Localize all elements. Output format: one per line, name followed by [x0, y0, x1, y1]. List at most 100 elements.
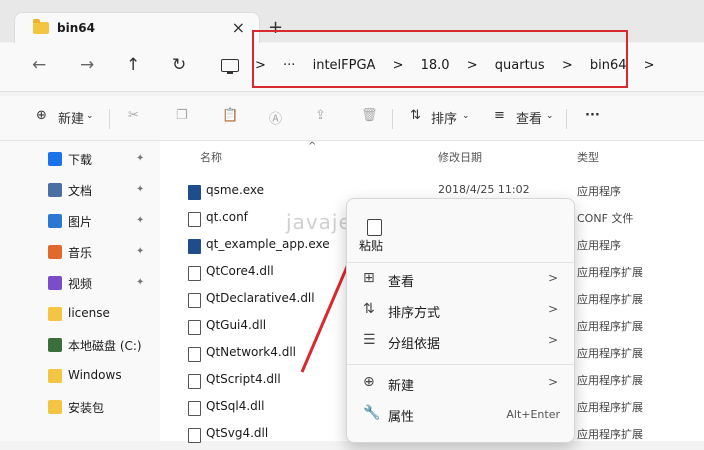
menu-item-5[interactable]: 🔧 属性 Alt+Enter: [347, 400, 574, 430]
video-icon: [48, 276, 62, 290]
folder-icon: [48, 400, 62, 414]
file-name: QtNetwork4.dll: [206, 345, 296, 359]
breadcrumb-separator[interactable]: >: [644, 58, 655, 73]
menu-item-2[interactable]: ⇅ 排序方式 >: [347, 296, 574, 326]
picture-icon: [48, 214, 62, 228]
command-toolbar: ⊕ 新建 ⌄ ✂ ❐ 📋 Ⓐ ⇪ 🗑 ⇅ 排序 ⌄ ≡ 查看 ⌄ ···: [0, 96, 704, 141]
download-icon: [48, 152, 62, 166]
file-name: qt_example_app.exe: [206, 237, 330, 251]
dll-icon: [188, 293, 201, 308]
column-header-type[interactable]: 类型: [577, 149, 599, 165]
chevron-down-icon[interactable]: ⌄: [86, 111, 94, 121]
forward-button[interactable]: →: [80, 55, 94, 75]
sidebar-item-label[interactable]: 安装包: [68, 399, 104, 416]
tab-title: bin64: [57, 21, 95, 35]
sort-icon[interactable]: ⇅: [410, 108, 421, 123]
chevron-right-icon: >: [547, 271, 558, 285]
file-name: QtDeclarative4.dll: [206, 291, 315, 305]
menu-divider: [347, 364, 574, 365]
folder-icon: [33, 19, 49, 34]
address-highlight-box: [252, 30, 628, 88]
delete-icon[interactable]: 🗑: [361, 108, 378, 123]
menu-item-label: 排序方式: [388, 306, 441, 321]
sidebar-item-label[interactable]: 本地磁盘 (C:): [68, 337, 142, 354]
toolbar-divider: [566, 109, 567, 129]
file-name: qt.conf: [206, 210, 248, 224]
sidebar-item-label[interactable]: Windows: [68, 368, 122, 382]
file-type: 应用程序扩展: [577, 428, 643, 441]
sidebar-item-label[interactable]: 下载: [68, 151, 92, 168]
dll-icon: [188, 401, 201, 416]
share-icon[interactable]: ⇪: [315, 108, 326, 123]
cut-icon[interactable]: ✂: [128, 108, 139, 123]
file-name: QtScript4.dll: [206, 372, 281, 386]
file-type: 应用程序扩展: [577, 347, 643, 360]
pin-icon[interactable]: ✦: [136, 153, 144, 164]
sort-icon: ⇅: [363, 301, 375, 317]
tab-bin64[interactable]: bin64 ×: [14, 12, 260, 45]
file-name: qsme.exe: [206, 183, 265, 197]
sidebar-item-label[interactable]: 音乐: [68, 244, 92, 261]
toolbar-divider: [392, 109, 393, 129]
document-icon: [48, 183, 62, 197]
chevron-right-icon: >: [547, 375, 558, 389]
paste-label[interactable]: 粘贴: [359, 237, 383, 254]
this-pc-icon[interactable]: [221, 59, 239, 74]
back-button[interactable]: ←: [32, 55, 46, 75]
new-icon[interactable]: ⊕: [36, 108, 47, 123]
wrench-icon: 🔧: [363, 405, 381, 421]
sidebar-item-label[interactable]: license: [68, 306, 110, 320]
file-type: 应用程序扩展: [577, 374, 643, 387]
chevron-down-icon[interactable]: ⌄: [546, 111, 554, 121]
menu-item-3[interactable]: ☰ 分组依据 >: [347, 327, 574, 357]
dll-icon: [188, 320, 201, 335]
new-button[interactable]: 新建: [58, 108, 84, 127]
paste-icon[interactable]: [367, 219, 382, 236]
menu-item-label: 分组依据: [388, 337, 441, 352]
file-name: QtSvg4.dll: [206, 426, 269, 440]
file-icon: [188, 212, 201, 227]
dll-icon: [188, 374, 201, 389]
sidebar-item-label[interactable]: 图片: [68, 213, 92, 230]
file-type: 应用程序扩展: [577, 266, 643, 279]
copy-icon[interactable]: ❐: [176, 108, 188, 123]
file-type: 应用程序扩展: [577, 320, 643, 333]
rename-icon[interactable]: Ⓐ: [269, 108, 282, 127]
menu-item-label: 查看: [388, 275, 415, 290]
menu-item-4[interactable]: ⊕ 新建 >: [347, 369, 574, 399]
drive-icon: [48, 338, 62, 352]
sidebar-item-label[interactable]: 文档: [68, 182, 92, 199]
chevron-right-icon: >: [547, 302, 558, 316]
close-tab-button[interactable]: ×: [232, 18, 245, 37]
pin-icon[interactable]: ✦: [136, 184, 144, 195]
exe-icon: [188, 239, 201, 254]
up-button[interactable]: ↑: [126, 55, 140, 75]
paste-icon[interactable]: 📋: [222, 108, 238, 123]
menu-item-1[interactable]: ⊞ 查看 >: [347, 265, 574, 295]
menu-divider: [347, 262, 574, 263]
sort-indicator-icon: ^: [308, 141, 317, 152]
file-type: 应用程序: [577, 239, 621, 252]
folder-icon: [48, 369, 62, 383]
file-name: QtCore4.dll: [206, 264, 274, 278]
pin-icon[interactable]: ✦: [136, 215, 144, 226]
column-header-name[interactable]: 名称: [200, 149, 222, 165]
grid-icon: ⊞: [363, 270, 375, 286]
file-name: QtSql4.dll: [206, 399, 265, 413]
exe-icon: [188, 185, 201, 200]
view-button[interactable]: 查看: [516, 108, 542, 127]
toolbar-divider: [109, 109, 110, 129]
context-menu: 粘贴 ⊞ 查看 > ⇅ 排序方式 > ☰ 分组依据 > ⊕ 新建 > 🔧 属性 Alt+Enter: [346, 198, 575, 443]
chevron-down-icon[interactable]: ⌄: [462, 111, 470, 121]
more-options-button[interactable]: ···: [585, 108, 600, 123]
column-header-date[interactable]: 修改日期: [438, 149, 482, 165]
sidebar-item-label[interactable]: 视频: [68, 275, 92, 292]
pin-icon[interactable]: ✦: [136, 246, 144, 257]
pin-icon[interactable]: ✦: [136, 277, 144, 288]
sort-button[interactable]: 排序: [431, 108, 457, 127]
file-name: QtGui4.dll: [206, 318, 267, 332]
view-icon[interactable]: ≡: [494, 108, 505, 123]
file-type: 应用程序: [577, 185, 621, 198]
file-date: 2018/4/25 11:02: [438, 183, 530, 196]
refresh-button[interactable]: ↻: [172, 55, 186, 75]
